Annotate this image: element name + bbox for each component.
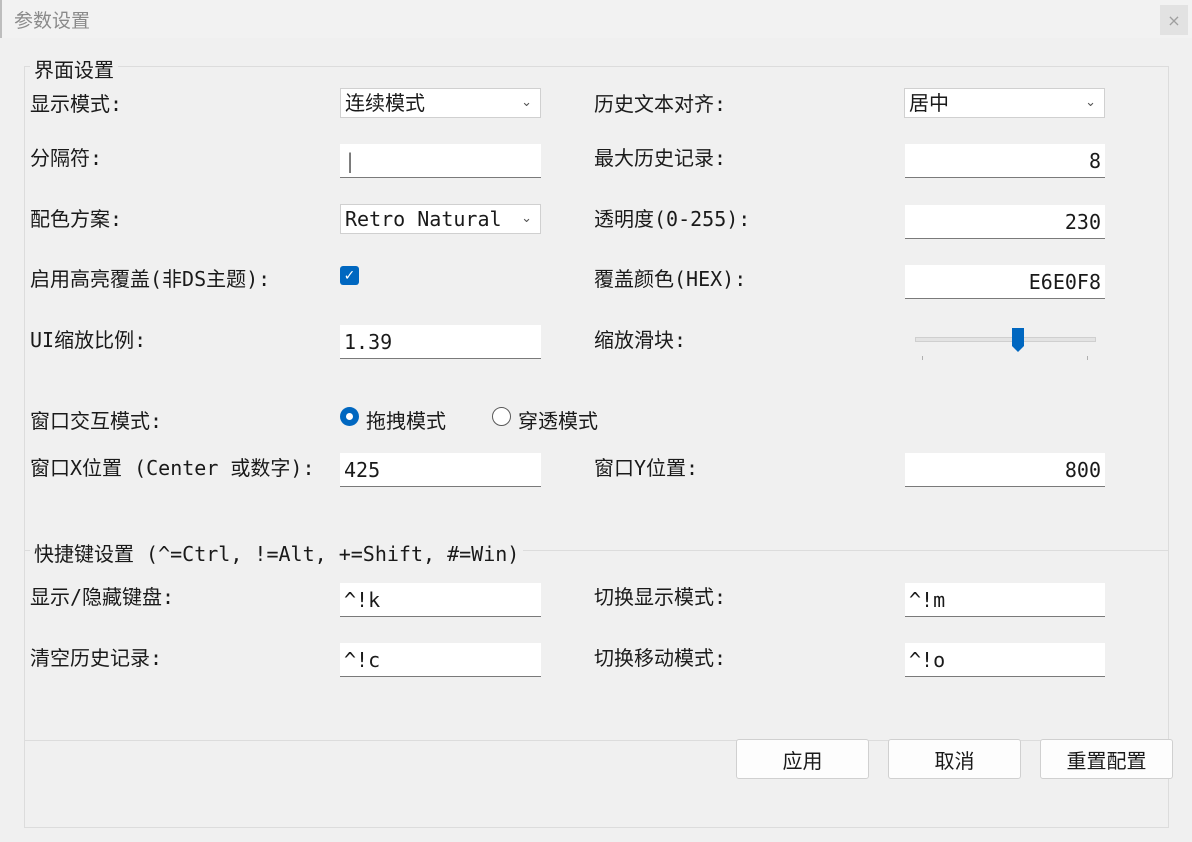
apply-button[interactable]: 应用 [736,739,869,779]
radio-passthrough-mode[interactable] [492,407,511,426]
color-scheme-select[interactable]: Retro Natural ⌄ [340,204,541,234]
color-scheme-value: Retro Natural [345,207,502,231]
close-button[interactable]: × [1160,5,1188,35]
slider-tick [1087,356,1088,360]
chevron-down-icon: ⌄ [1085,95,1096,110]
max-history-input[interactable]: 8 [905,144,1105,178]
clear-history-hotkey[interactable]: ^!c [340,643,541,677]
max-history-label: 最大历史记录: [594,146,727,170]
history-align-value: 居中 [909,91,949,115]
window-x-label: 窗口X位置 (Center 或数字): [30,456,315,480]
cancel-button[interactable]: 取消 [888,739,1021,779]
separator-input[interactable]: | [340,144,541,178]
opacity-input[interactable]: 230 [905,205,1105,239]
slider-thumb[interactable] [1011,327,1025,353]
opacity-label: 透明度(0-255): [594,207,751,231]
slider-track [915,337,1096,342]
override-color-label: 覆盖颜色(HEX): [594,267,747,291]
ui-group-label: 界面设置 [30,54,118,83]
toggle-display-mode-hotkey[interactable]: ^!m [905,583,1105,617]
window-edge [0,0,2,38]
display-mode-value: 连续模式 [345,91,425,115]
highlight-override-checkbox[interactable]: ✓ [340,266,359,285]
hotkey-group-label: 快捷键设置 (^=Ctrl, !=Alt, +=Shift, #=Win) [30,538,524,567]
scale-slider-label: 缩放滑块: [594,328,687,352]
drag-mode-label[interactable]: 拖拽模式 [366,405,446,434]
close-icon: × [1167,10,1181,30]
checkmark-icon: ✓ [343,267,356,284]
highlight-override-label: 启用高亮覆盖(非DS主题): [30,267,271,291]
history-align-select[interactable]: 居中 ⌄ [904,88,1105,118]
display-mode-label: 显示模式: [30,92,123,116]
history-align-label: 历史文本对齐: [594,92,727,116]
toggle-display-mode-label: 切换显示模式: [594,585,727,609]
window-y-input[interactable]: 800 [905,453,1105,487]
clear-history-label: 清空历史记录: [30,646,163,670]
toggle-keyboard-hotkey[interactable]: ^!k [340,583,541,617]
override-color-input[interactable]: E6E0F8 [905,265,1105,299]
settings-frame [24,66,1169,828]
passthrough-mode-label[interactable]: 穿透模式 [518,405,598,434]
window-x-input[interactable]: 425 [340,453,541,487]
toggle-move-mode-label: 切换移动模式: [594,646,727,670]
ui-scale-input[interactable]: 1.39 [340,325,541,359]
window-title: 参数设置 [14,10,91,32]
title-bar: 参数设置 × [0,0,1192,38]
display-mode-select[interactable]: 连续模式 ⌄ [340,88,541,118]
separator-label: 分隔符: [30,146,103,170]
reset-config-button[interactable]: 重置配置 [1040,739,1173,779]
radio-drag-mode[interactable] [340,407,359,426]
window-y-label: 窗口Y位置: [594,456,699,480]
ui-scale-label: UI缩放比例: [30,328,147,352]
chevron-down-icon: ⌄ [521,95,532,110]
chevron-down-icon: ⌄ [521,211,532,226]
color-scheme-label: 配色方案: [30,207,123,231]
toggle-keyboard-label: 显示/隐藏键盘: [30,585,175,609]
slider-tick [922,356,923,360]
interaction-mode-label: 窗口交互模式: [30,409,163,433]
toggle-move-mode-hotkey[interactable]: ^!o [905,643,1105,677]
